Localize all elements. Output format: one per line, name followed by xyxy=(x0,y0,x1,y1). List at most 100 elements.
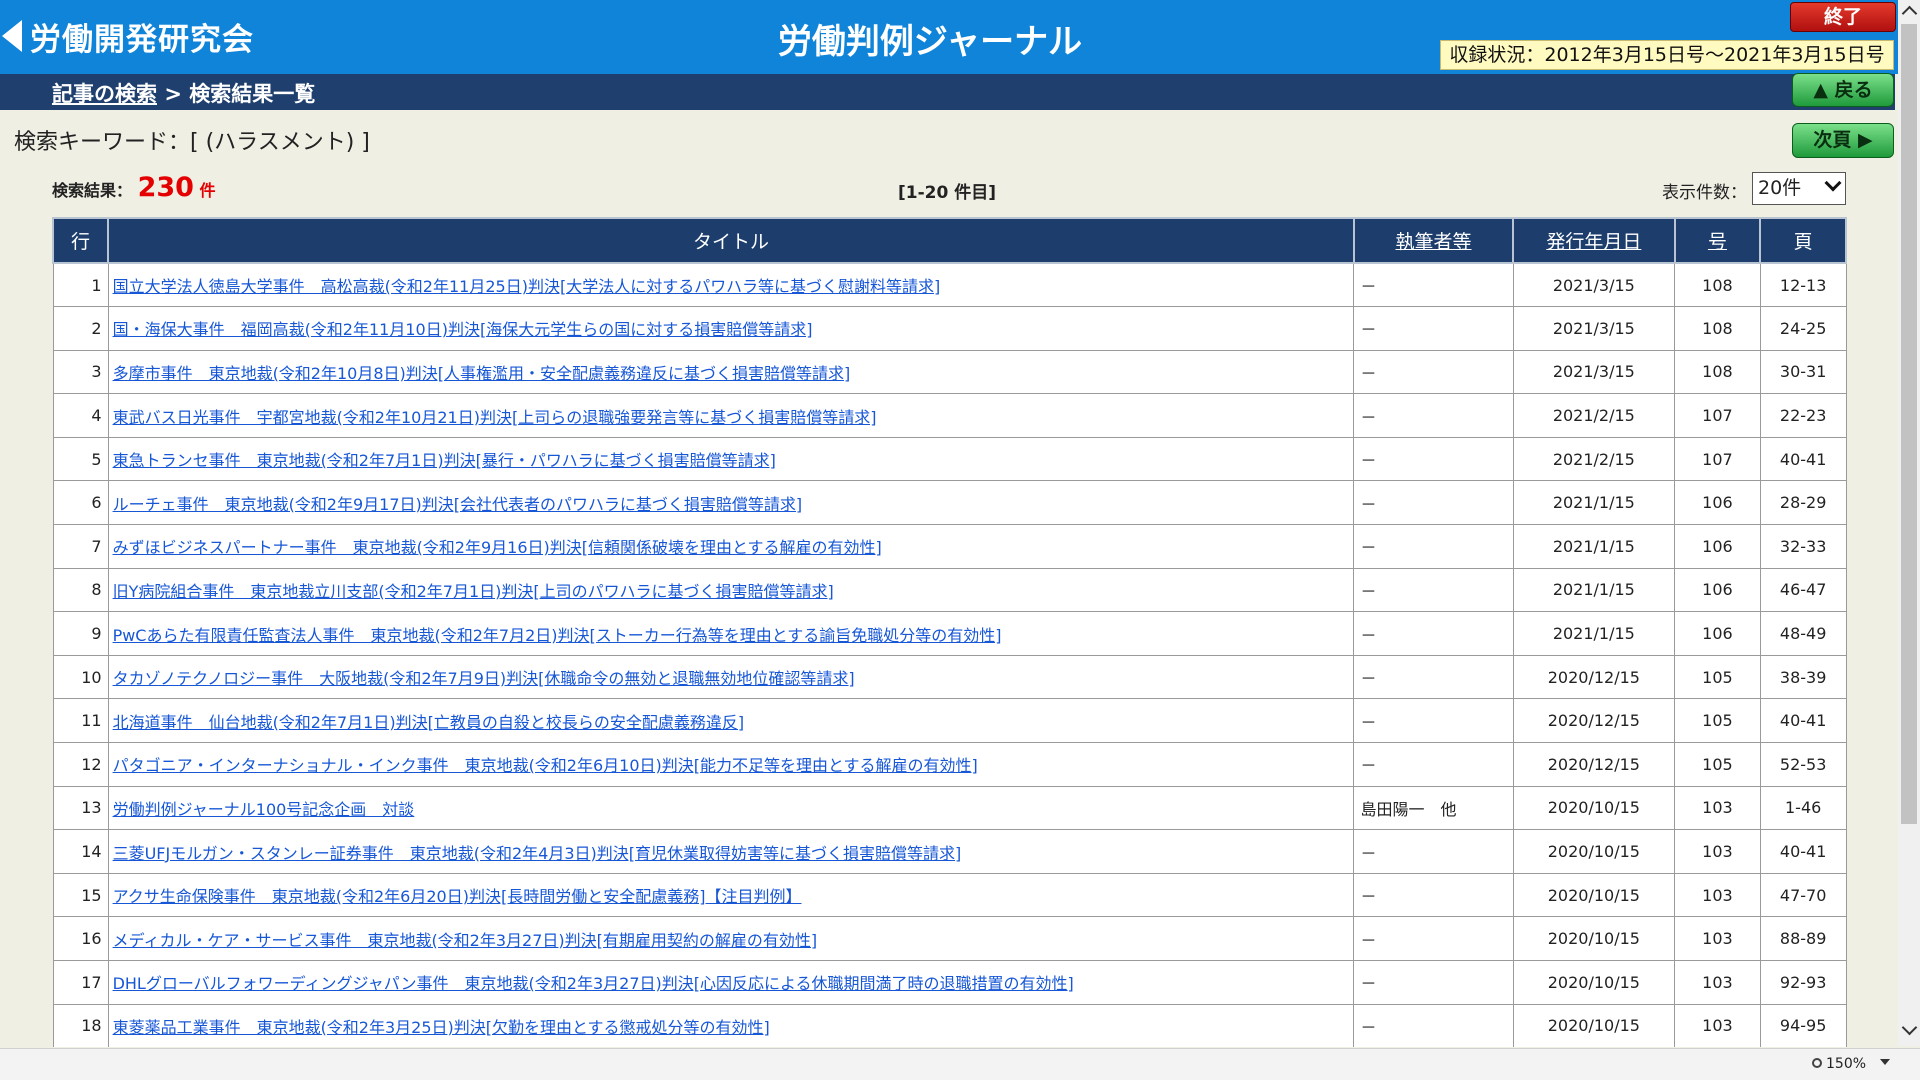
app-header: 労働開発研究会 労働判例ジャーナル 終了 収録状況：2012年3月15日号～20… xyxy=(0,0,1920,74)
row-title-cell: メディカル・ケア・サービス事件 東京地裁(令和2年3月27日)判決[有期雇用契約… xyxy=(107,916,1355,961)
row-number-cell: 6 xyxy=(52,480,109,526)
table-row: 4 東武バス日光事件 宇都宮地裁(令和2年10月21日)判決[上司らの退職強要発言… xyxy=(52,393,1847,438)
row-date-cell: 2021/2/15 xyxy=(1512,436,1676,482)
col-header-title: タイトル xyxy=(107,217,1355,264)
article-link[interactable]: ルーチェ事件 東京地裁(令和2年9月17日)判決[会社代表者のパワハラに基づく損… xyxy=(113,495,803,514)
status-bar: 150% xyxy=(0,1048,1920,1080)
row-issue-cell: 105 xyxy=(1674,742,1761,787)
article-link[interactable]: 国立大学法人徳島大学事件 高松高裁(令和2年11月25日)判決[大学法人に対する… xyxy=(113,277,941,296)
row-page-cell: 28-29 xyxy=(1759,480,1847,526)
coverage-status: 収録状況：2012年3月15日号～2021年3月15日号 xyxy=(1440,40,1894,70)
article-link[interactable]: 旧Y病院組合事件 東京地裁立川支部(令和2年7月1日)判決[上司のパワハラに基づ… xyxy=(113,582,834,601)
article-link[interactable]: 多摩市事件 東京地裁(令和2年10月8日)判決[人事権濫用・安全配慮義務違反に基… xyxy=(113,364,851,383)
row-title-cell: PwCあらた有限責任監査法人事件 東京地裁(令和2年7月2日)判決[ストーカー行… xyxy=(107,611,1355,656)
per-page-value: 20件 xyxy=(1758,177,1802,199)
col-header-author[interactable]: 執筆者等 xyxy=(1352,217,1515,264)
sort-author-link[interactable]: 執筆者等 xyxy=(1396,231,1472,253)
row-title-cell: 北海道事件 仙台地裁(令和2年7月1日)判決[亡教員の自殺と校長らの安全配慮義務… xyxy=(107,698,1355,744)
article-link[interactable]: 三菱UFJモルガン・スタンレー証券事件 東京地裁(令和2年4月3日)判決[育児休… xyxy=(113,844,962,863)
scroll-thumb[interactable] xyxy=(1901,24,1917,824)
row-page-cell: 40-41 xyxy=(1759,698,1847,744)
row-issue-cell: 106 xyxy=(1674,567,1761,613)
row-date-cell: 2020/10/15 xyxy=(1512,916,1676,961)
next-page-button[interactable]: 次頁 ▶ xyxy=(1792,123,1894,158)
sort-date-link[interactable]: 発行年月日 xyxy=(1546,231,1641,253)
article-link[interactable]: 東急トランセ事件 東京地裁(令和2年7月1日)判決[暴行・パワハラに基づく損害賠… xyxy=(113,451,776,470)
row-title-cell: 三菱UFJモルガン・スタンレー証券事件 東京地裁(令和2年4月3日)判決[育児休… xyxy=(107,829,1355,874)
row-date-cell: 2021/3/15 xyxy=(1512,262,1676,308)
article-link[interactable]: 東武バス日光事件 宇都宮地裁(令和2年10月21日)判決[上司らの退職強要発言等… xyxy=(113,408,877,427)
row-title-cell: 東武バス日光事件 宇都宮地裁(令和2年10月21日)判決[上司らの退職強要発言等… xyxy=(107,393,1355,438)
table-header-row: 行 タイトル 執筆者等 発行年月日 号 頁 xyxy=(52,217,1847,264)
row-number-cell: 3 xyxy=(52,349,109,395)
row-page-cell: 22-23 xyxy=(1759,393,1847,438)
row-page-cell: 46-47 xyxy=(1759,567,1847,613)
article-link[interactable]: みずほビジネスパートナー事件 東京地裁(令和2年9月16日)判決[信頼関係破壊を… xyxy=(113,538,882,557)
col-header-page: 頁 xyxy=(1759,217,1847,264)
row-title-cell: 労働判例ジャーナル100号記念企画 対談 xyxy=(107,785,1355,831)
article-link[interactable]: タカゾノテクノロジー事件 大阪地裁(令和2年7月9日)判決[休職命令の無効と退職… xyxy=(113,669,855,688)
row-title-cell: ルーチェ事件 東京地裁(令和2年9月17日)判決[会社代表者のパワハラに基づく損… xyxy=(107,480,1355,526)
row-date-cell: 2021/1/15 xyxy=(1512,480,1676,526)
row-number-cell: 4 xyxy=(52,393,109,438)
table-row: 3 多摩市事件 東京地裁(令和2年10月8日)判決[人事権濫用・安全配慮義務違反に… xyxy=(52,349,1847,395)
row-page-cell: 24-25 xyxy=(1759,306,1847,351)
row-issue-cell: 105 xyxy=(1674,654,1761,700)
col-header-issue[interactable]: 号 xyxy=(1673,217,1762,264)
row-author-cell: － xyxy=(1353,262,1514,308)
col-header-date[interactable]: 発行年月日 xyxy=(1512,217,1676,264)
row-date-cell: 2020/12/15 xyxy=(1512,742,1676,787)
article-link[interactable]: 東菱薬品工業事件 東京地裁(令和2年3月25日)判決[欠勤を理由とする懲戒処分等… xyxy=(113,1018,770,1037)
article-link[interactable]: DHLグローバルフォワーディングジャパン事件 東京地裁(令和2年3月27日)判決… xyxy=(113,974,1074,993)
scroll-down-icon[interactable] xyxy=(1898,1018,1920,1042)
row-page-cell: 40-41 xyxy=(1759,829,1847,874)
row-page-cell: 12-13 xyxy=(1759,262,1847,308)
table-row: 9 PwCあらた有限責任監査法人事件 東京地裁(令和2年7月2日)判決[ストーカー… xyxy=(52,611,1847,656)
sort-issue-link[interactable]: 号 xyxy=(1708,231,1727,253)
col-header-row-number: 行 xyxy=(52,217,110,264)
row-number-cell: 17 xyxy=(52,960,109,1005)
row-date-cell: 2021/1/15 xyxy=(1512,567,1676,613)
row-issue-cell: 103 xyxy=(1674,1003,1761,1047)
next-button-label: 次頁 xyxy=(1813,129,1852,151)
zoom-level[interactable]: 150% xyxy=(1812,1056,1866,1072)
per-page-select[interactable]: 20件 xyxy=(1752,172,1846,205)
breadcrumb-separator: > xyxy=(164,82,182,106)
row-number-cell: 10 xyxy=(52,654,109,700)
back-button[interactable]: ▲ 戻る xyxy=(1792,73,1894,107)
row-number-cell: 15 xyxy=(52,872,109,918)
row-date-cell: 2020/12/15 xyxy=(1512,698,1676,744)
breadcrumb: 記事の検索 > 検索結果一覧 xyxy=(52,78,315,108)
article-link[interactable]: PwCあらた有限責任監査法人事件 東京地裁(令和2年7月2日)判決[ストーカー行… xyxy=(113,626,1002,645)
row-author-cell: － xyxy=(1353,916,1514,961)
article-link[interactable]: パタゴニア・インターナショナル・インク事件 東京地裁(令和2年6月10日)判決[… xyxy=(113,756,978,775)
article-link[interactable]: 国・海保大事件 福岡高裁(令和2年11月10日)判決[海保大元学生らの国に対する… xyxy=(113,320,813,339)
zoom-dropdown-icon[interactable] xyxy=(1880,1059,1890,1065)
row-page-cell: 48-49 xyxy=(1759,611,1847,656)
row-author-cell: － xyxy=(1353,872,1514,918)
row-date-cell: 2020/10/15 xyxy=(1512,1003,1676,1047)
article-link[interactable]: メディカル・ケア・サービス事件 東京地裁(令和2年3月27日)判決[有期雇用契約… xyxy=(113,931,818,950)
row-date-cell: 2021/1/15 xyxy=(1512,611,1676,656)
vertical-scrollbar[interactable] xyxy=(1898,0,1920,1046)
row-issue-cell: 103 xyxy=(1674,872,1761,918)
row-date-cell: 2021/2/15 xyxy=(1512,393,1676,438)
table-row: 7 みずほビジネスパートナー事件 東京地裁(令和2年9月16日)判決[信頼関係破壊… xyxy=(52,524,1847,569)
table-row: 18 東菱薬品工業事件 東京地裁(令和2年3月25日)判決[欠勤を理由とする懲戒処… xyxy=(52,1003,1847,1047)
row-title-cell: 東急トランセ事件 東京地裁(令和2年7月1日)判決[暴行・パワハラに基づく損害賠… xyxy=(107,436,1355,482)
article-link[interactable]: 労働判例ジャーナル100号記念企画 対談 xyxy=(113,800,415,819)
results-table: 行 タイトル 執筆者等 発行年月日 号 頁 1 国立大学法人徳島大学事件 高松高裁… xyxy=(52,217,1847,1047)
result-count: 検索結果： 230 件 xyxy=(52,172,216,203)
row-title-cell: 多摩市事件 東京地裁(令和2年10月8日)判決[人事権濫用・安全配慮義務違反に基… xyxy=(107,349,1355,395)
breadcrumb-link-search[interactable]: 記事の検索 xyxy=(52,82,157,106)
exit-button[interactable]: 終了 xyxy=(1790,2,1896,32)
row-title-cell: アクサ生命保険事件 東京地裁(令和2年6月20日)判決[長時間労働と安全配慮義務… xyxy=(107,872,1355,918)
scroll-up-icon[interactable] xyxy=(1898,0,1920,22)
row-author-cell: － xyxy=(1353,567,1514,613)
table-row: 13 労働判例ジャーナル100号記念企画 対談 島田陽一 他 2020/10/15 10… xyxy=(52,785,1847,831)
article-link[interactable]: アクサ生命保険事件 東京地裁(令和2年6月20日)判決[長時間労働と安全配慮義務… xyxy=(113,887,802,906)
row-number-cell: 12 xyxy=(52,742,109,787)
row-page-cell: 30-31 xyxy=(1759,349,1847,395)
article-link[interactable]: 北海道事件 仙台地裁(令和2年7月1日)判決[亡教員の自殺と校長らの安全配慮義務… xyxy=(113,713,745,732)
table-row: 14 三菱UFJモルガン・スタンレー証券事件 東京地裁(令和2年4月3日)判決[育… xyxy=(52,829,1847,874)
